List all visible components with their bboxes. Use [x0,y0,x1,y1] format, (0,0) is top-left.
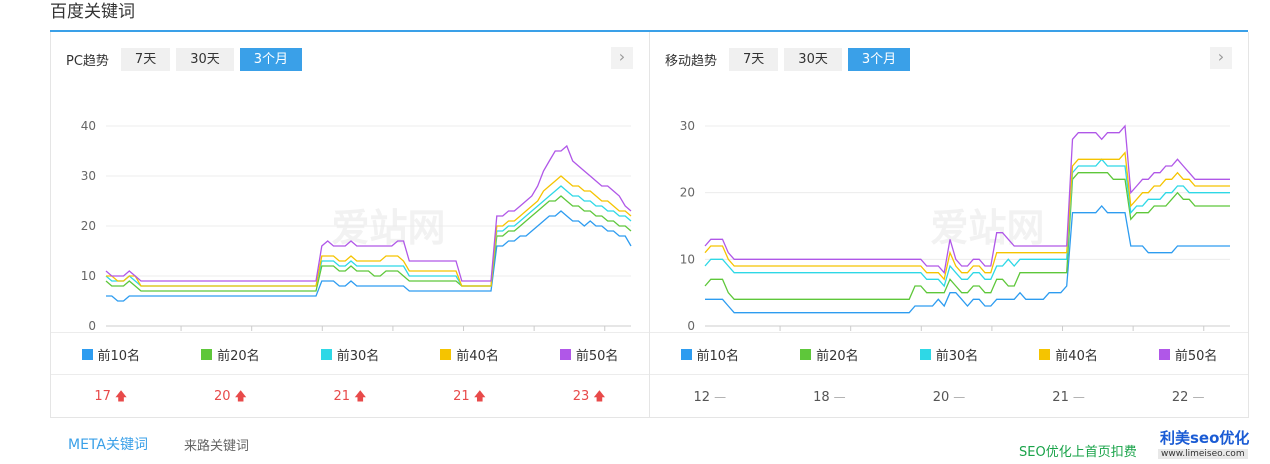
value-number: 12 [693,389,711,405]
value-number: 23 [572,388,590,404]
pc-range-30-days-button[interactable]: 30天 [176,47,234,71]
mobile-range-30-days-button[interactable]: 30天 [784,47,842,71]
limeiseo-logo: 利美seo优化 www.limeiseo.com [1152,425,1270,464]
legend-label: 前20名 [217,348,260,364]
pc-y-tick-label: 0 [88,319,96,332]
mobile-next-chevron-right-icon[interactable]: › [1210,47,1232,69]
dash-flat-icon: — [833,389,846,404]
mobile-y-tick-label: 30 [680,119,695,133]
legend-swatch [320,348,332,360]
legend-swatch [680,348,692,360]
pc-y-tick-label: 20 [81,219,96,233]
value-number: 20 [932,389,950,405]
legend-swatch [440,348,452,360]
mobile-value-top30: 20— [919,390,979,405]
arrow-up-icon: 🡅 [234,388,247,403]
pc-legend-top40[interactable]: 前40名 [440,345,499,364]
mobile-y-tick-label: 10 [680,252,695,266]
arrow-up-icon: 🡅 [593,388,606,403]
tab-source-keywords[interactable]: 来路关键词 [184,435,249,454]
pc-rank-values: 17 🡅 20 🡅 21 🡅 21 🡅 23 🡅 [51,374,649,419]
legend-swatch [800,348,812,360]
legend-swatch [559,348,571,360]
legend-label: 前10名 [97,348,141,364]
value-number: 22 [1171,389,1189,405]
pc-range-3-months-button[interactable]: 3个月 [239,47,303,71]
mobile-legend-top10[interactable]: 前10名 [680,345,740,364]
pc-legend-top20[interactable]: 前20名 [201,345,260,364]
pc-value-top20: 20 🡅 [200,387,260,408]
value-number: 21 [333,388,351,404]
mobile-legend-top50[interactable]: 前50名 [1158,345,1218,364]
keyword-tabs: META关键词 来路关键词 [68,434,285,454]
pc-next-chevron-right-icon[interactable]: › [611,47,633,69]
pc-range-selector: PC趋势 7天 30天 3个月 [66,47,308,71]
legend-swatch [1158,348,1170,360]
mobile-trend-panel: 移动趋势 7天 30天 3个月 › 爱站网010203012-1612-2801… [650,32,1249,418]
logo-url: www.limeiseo.com [1158,449,1248,459]
pc-value-top50: 23 🡅 [559,387,619,408]
mobile-legend-top20[interactable]: 前20名 [800,345,859,364]
page-title: 百度关键词 [50,2,135,22]
dash-flat-icon: — [1072,389,1085,404]
pc-y-tick-label: 30 [81,169,96,183]
legend-label: 前30名 [336,348,380,364]
tab-meta-keywords[interactable]: META关键词 [68,434,148,454]
mobile-range-3-months-button[interactable]: 3个月 [847,47,911,71]
pc-y-tick-label: 10 [81,269,96,283]
legend-label: 前20名 [816,348,859,364]
value-number: 17 [94,388,111,404]
legend-swatch [201,348,213,360]
legend-label: 前10名 [696,348,740,364]
mobile-legend: 前10名 前20名 前30名 前40名 前50名 [650,332,1248,375]
mobile-value-top50: 22— [1158,390,1218,405]
value-number: 21 [1052,389,1069,405]
mobile-range-7-days-button[interactable]: 7天 [729,47,779,71]
legend-label: 前40名 [456,348,499,364]
mobile-y-tick-label: 20 [680,186,695,200]
pc-legend: 前10名 前20名 前30名 前40名 前50名 [51,332,649,375]
legend-label: 前50名 [575,348,619,364]
dash-flat-icon: — [953,389,966,404]
value-number: 18 [813,389,830,405]
dash-flat-icon: — [1192,389,1205,404]
mobile-y-tick-label: 0 [687,319,695,332]
pc-legend-top50[interactable]: 前50名 [559,345,619,364]
mobile-trend-label: 移动趋势 [665,53,718,69]
legend-label: 前40名 [1055,348,1098,364]
mobile-legend-top40[interactable]: 前40名 [1039,345,1098,364]
dash-flat-icon: — [714,389,727,404]
pc-y-tick-label: 40 [81,119,96,133]
arrow-up-icon: 🡅 [354,388,367,403]
legend-label: 前30名 [935,348,979,364]
pc-trend-panel: PC趋势 7天 30天 3个月 › 爱站网01020304012-1612-28… [50,32,650,418]
legend-swatch [1039,348,1051,360]
seo-promo-link[interactable]: SEO优化上首页扣费 [1019,441,1137,460]
pc-trend-chart: 爱站网01020304012-1612-2801-0901-2102-0202-… [81,119,632,332]
pc-trend-label: PC趋势 [66,53,109,69]
arrow-up-icon: 🡅 [114,388,128,403]
legend-swatch [81,348,93,360]
mobile-legend-top30[interactable]: 前30名 [919,345,979,364]
arrow-up-icon: 🡅 [473,388,487,403]
legend-label: 前50名 [1174,348,1218,364]
value-number: 20 [213,388,231,404]
pc-value-top30: 21 🡅 [320,387,380,408]
mobile-value-top40: 21— [1039,390,1099,405]
mobile-value-top10: 12— [680,390,740,405]
legend-swatch [919,348,931,360]
mobile-range-selector: 移动趋势 7天 30天 3个月 [665,47,916,71]
mobile-watermark: 爱站网 [930,206,1044,250]
logo-text: 利美seo优化 [1160,429,1250,447]
pc-value-top10: 17 🡅 [81,387,141,408]
mobile-rank-values: 12— 18— 20— 21— 22— [650,374,1248,419]
pc-legend-top10[interactable]: 前10名 [81,345,141,364]
pc-legend-top30[interactable]: 前30名 [320,345,380,364]
value-number: 21 [453,388,470,404]
pc-range-7-days-button[interactable]: 7天 [120,47,171,71]
mobile-value-top20: 18— [799,390,859,405]
mobile-trend-chart: 爱站网010203012-1612-2801-0901-2102-0202-14… [680,119,1230,332]
pc-value-top40: 21 🡅 [440,387,500,408]
